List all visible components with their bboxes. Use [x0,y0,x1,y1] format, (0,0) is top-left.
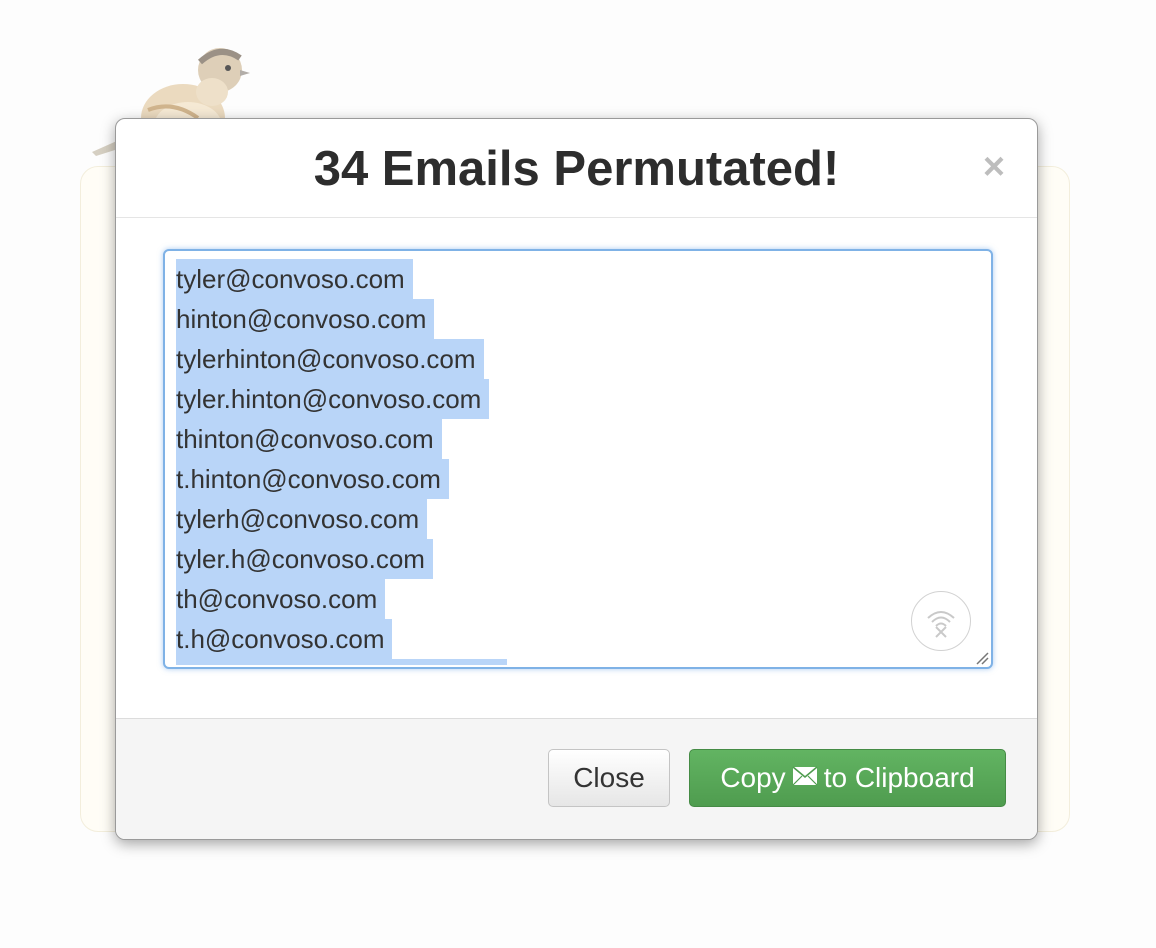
selection-overflow [176,659,507,665]
email-line: tyler.hinton@convoso.com [176,379,507,419]
email-line-partial [176,659,507,667]
permutation-modal: 34 Emails Permutated! × tyler@convoso.co… [115,118,1038,840]
email-line: tylerhinton@convoso.com [176,339,507,379]
email-line: t.h@convoso.com [176,619,507,659]
email-line: hinton@convoso.com [176,299,507,339]
email-text: t.h@convoso.com [176,619,393,659]
copy-to-clipboard-button[interactable]: Copy to Clipboard [689,749,1006,807]
emails-textarea[interactable]: tyler@convoso.com hinton@convoso.com tyl… [163,249,993,669]
email-line: th@convoso.com [176,579,507,619]
email-text: tyler@convoso.com [176,259,413,299]
email-line: thinton@convoso.com [176,419,507,459]
close-icon[interactable]: × [979,147,1009,187]
email-text: th@convoso.com [176,579,386,619]
email-text: tyler.hinton@convoso.com [176,379,490,419]
copy-label-before: Copy [720,762,786,793]
modal-body: tyler@convoso.com hinton@convoso.com tyl… [116,218,1037,718]
modal-header: 34 Emails Permutated! × [116,119,1037,218]
email-text: tyler.h@convoso.com [176,539,433,579]
email-text: tylerhinton@convoso.com [176,339,484,379]
modal-footer: Close Copy to Clipboard [116,718,1037,839]
email-text: t.hinton@convoso.com [176,459,449,499]
email-line: tylerh@convoso.com [176,499,507,539]
email-line: t.hinton@convoso.com [176,459,507,499]
email-text: tylerh@convoso.com [176,499,428,539]
email-line: tyler@convoso.com [176,259,507,299]
envelope-icon [792,749,818,805]
modal-title: 34 Emails Permutated! [313,142,840,196]
resize-handle-icon[interactable] [975,651,989,665]
copy-label-after: to Clipboard [823,762,975,793]
email-text: hinton@convoso.com [176,299,435,339]
email-text: thinton@convoso.com [176,419,442,459]
email-list: tyler@convoso.com hinton@convoso.com tyl… [176,259,507,667]
clear-text-button[interactable] [911,591,971,651]
email-line: tyler.h@convoso.com [176,539,507,579]
clear-signal-icon [927,611,955,638]
close-button[interactable]: Close [548,749,670,807]
page: 34 Emails Permutated! × tyler@convoso.co… [0,0,1156,948]
